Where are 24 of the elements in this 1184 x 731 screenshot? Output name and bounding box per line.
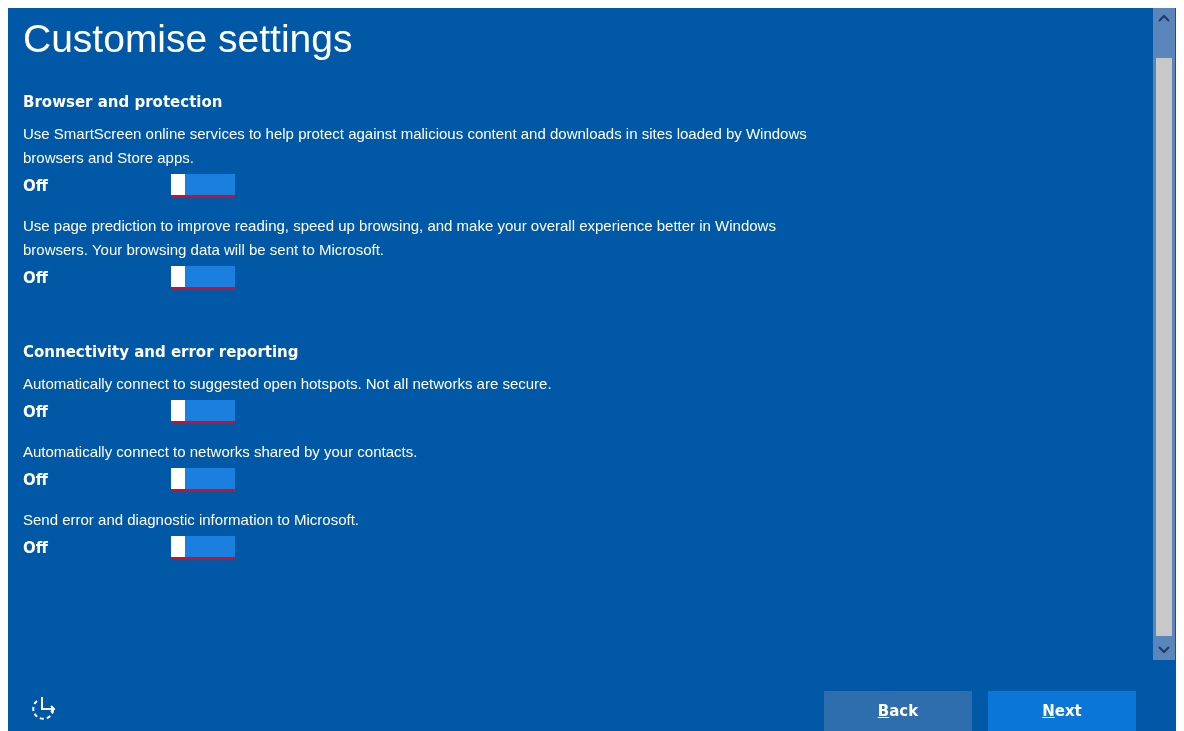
toggle-switch[interactable] (171, 400, 235, 424)
setting-description: Use SmartScreen online services to help protect against malicious content and downloads in sites loaded by Windows browsers and Store apps. (23, 124, 808, 168)
toggle-state-label: Off (23, 403, 49, 421)
toggle-state-label: Off (23, 177, 49, 195)
scrollbar[interactable] (1153, 8, 1175, 660)
scroll-up-icon[interactable] (1158, 14, 1170, 22)
setting-description: Send error and diagnostic information to Microsoft. (23, 510, 360, 530)
toggle-switch[interactable] (171, 266, 235, 290)
toggle-state-label: Off (23, 269, 49, 287)
toggle-switch[interactable] (171, 174, 235, 198)
nav-button[interactable]: Back (824, 691, 972, 731)
setting-description: Automatically connect to networks shared by your contacts. (23, 442, 419, 462)
scroll-down-icon[interactable] (1158, 646, 1170, 654)
setting-description: Use page prediction to improve reading, speed up browsing, and make your overall experience better in Windows browsers. Your browsing data will be sent to Microsoft. (23, 216, 777, 260)
toggle-switch[interactable] (171, 468, 235, 492)
toggle-state-label: Off (23, 471, 49, 489)
section-heading: Browser and protection (23, 92, 224, 112)
toggle-switch[interactable] (171, 536, 235, 560)
toggle-state-label: Off (23, 539, 49, 557)
nav-button[interactable]: Next (988, 691, 1136, 731)
setting-description: Automatically connect to suggested open hotspots. Not all networks are secure. (23, 374, 553, 394)
scrollbar-thumb[interactable] (1156, 58, 1172, 636)
page-title: Customise settings (23, 16, 354, 62)
section-heading: Connectivity and error reporting (23, 342, 300, 362)
